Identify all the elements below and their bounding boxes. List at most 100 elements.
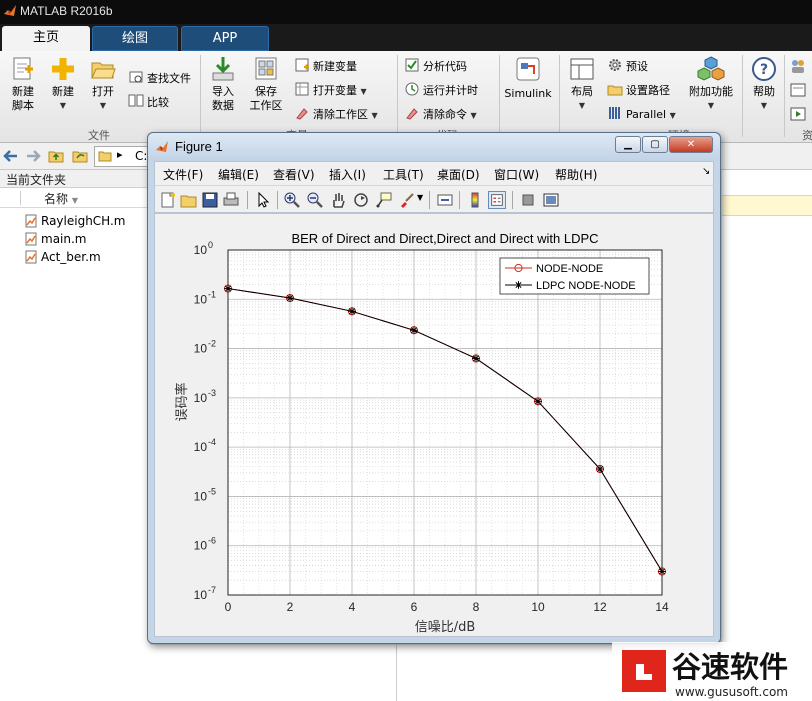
analyze-code-button[interactable]: 分析代码 xyxy=(404,57,467,75)
open-caret-icon: ▼ xyxy=(99,101,107,110)
preferences-label: 预设 xyxy=(626,60,648,73)
addons-cubes-icon xyxy=(697,56,725,81)
menu-help[interactable]: 帮助(H) xyxy=(555,166,597,183)
open-variable-button[interactable]: 打开变量 ▼ xyxy=(294,81,367,99)
tab-apps[interactable]: APP xyxy=(181,26,269,51)
new-script-button[interactable]: 新建 脚本 xyxy=(6,55,40,113)
m-file-icon xyxy=(25,232,37,246)
layout-button[interactable]: 布局 ▼ xyxy=(565,55,599,113)
compare-button[interactable]: 比较 xyxy=(128,93,169,111)
close-button[interactable]: ✕ xyxy=(669,136,713,153)
save-icon[interactable] xyxy=(201,191,219,209)
rotate-icon[interactable] xyxy=(352,191,370,209)
figure-toolbar: ▼ xyxy=(154,185,714,213)
y-tick-label: 10 xyxy=(194,391,208,405)
open-button[interactable]: 打开 ▼ xyxy=(86,55,120,113)
y-tick-exponent: 0 xyxy=(208,240,213,250)
set-path-icon xyxy=(607,85,623,96)
simulink-button[interactable]: Simulink xyxy=(503,55,553,101)
community-icon[interactable] xyxy=(789,57,807,75)
m-file-icon xyxy=(25,250,37,264)
column-name-label: 名称 xyxy=(44,192,69,206)
minimize-button[interactable]: ▁ xyxy=(615,136,641,153)
ribbon-tab-row: 主页 绘图 APP xyxy=(0,24,812,51)
forward-arrow-icon[interactable] xyxy=(25,148,41,164)
figure-titlebar[interactable]: Figure 1 ▁ ▢ ✕ xyxy=(148,133,720,161)
clear-commands-caret-icon[interactable]: ▼ xyxy=(471,111,477,120)
request-support-icon[interactable] xyxy=(789,81,807,99)
menu-overflow-icon[interactable]: ↘ xyxy=(702,166,710,177)
menu-view[interactable]: 查看(V) xyxy=(273,166,315,183)
figure-canvas: 0 2 4 6 8 10 12 14 10 0 10 -1 10 -2 10 -3 10 -4 10 -5 10 -6 10… xyxy=(154,213,714,637)
new-figure-icon[interactable] xyxy=(159,191,177,209)
maximize-button[interactable]: ▢ xyxy=(642,136,668,153)
find-files-button[interactable]: 查找文件 xyxy=(128,69,191,87)
app-titlebar: MATLAB R2016b xyxy=(0,0,812,24)
menu-desktop[interactable]: 桌面(D) xyxy=(437,166,480,183)
back-arrow-icon[interactable] xyxy=(3,148,19,164)
compare-label: 比较 xyxy=(147,96,169,109)
pan-icon[interactable] xyxy=(329,191,347,209)
toolbar-separator xyxy=(429,191,430,209)
clear-workspace-icon xyxy=(296,108,308,120)
figure-title: Figure 1 xyxy=(175,139,223,154)
menu-insert[interactable]: 插入(I) xyxy=(329,166,366,183)
print-icon[interactable] xyxy=(222,191,240,209)
zoom-out-icon[interactable] xyxy=(306,191,324,209)
parallel-button[interactable]: Parallel ▼ xyxy=(607,105,676,123)
help-button[interactable]: ? 帮助 ▼ xyxy=(748,55,780,113)
clear-workspace-button[interactable]: 清除工作区 ▼ xyxy=(294,105,378,123)
file-name: main.m xyxy=(41,232,87,246)
y-tick-exponent: -2 xyxy=(208,339,216,349)
clear-workspace-caret-icon[interactable]: ▼ xyxy=(372,111,378,120)
save-workspace-button[interactable]: 保存 工作区 xyxy=(246,55,286,113)
path-field[interactable]: ▸ C: xyxy=(94,146,150,167)
link-icon[interactable] xyxy=(436,191,454,209)
show-plot-tools-icon[interactable] xyxy=(542,191,560,209)
addons-button[interactable]: 附加功能 ▼ xyxy=(686,55,736,113)
menu-edit[interactable]: 编辑(E) xyxy=(218,166,259,183)
new-button[interactable]: 新建 ▼ xyxy=(46,55,80,113)
file-item[interactable]: RayleighCH.m xyxy=(0,212,150,230)
data-cursor-icon[interactable] xyxy=(375,191,393,209)
hide-plot-tools-icon[interactable] xyxy=(519,191,537,209)
import-data-button[interactable]: 导入 数据 xyxy=(206,55,240,113)
menu-file[interactable]: 文件(F) xyxy=(163,166,203,183)
file-item[interactable]: Act_ber.m xyxy=(0,248,150,266)
menu-tools[interactable]: 工具(T) xyxy=(383,166,424,183)
ber-plot: 0 2 4 6 8 10 12 1410 010 -110 -210 -310 -410 -510 -610… xyxy=(174,231,669,635)
set-path-button[interactable]: 设置路径 xyxy=(607,81,670,99)
menu-window[interactable]: 窗口(W) xyxy=(494,166,539,183)
colorbar-icon[interactable] xyxy=(466,191,484,209)
legend-icon[interactable] xyxy=(488,191,506,209)
new-variable-button[interactable]: 新建变量 xyxy=(294,57,357,75)
close-icon: ✕ xyxy=(686,139,696,150)
preferences-button[interactable]: 预设 xyxy=(607,57,648,75)
layout-label: 布局 xyxy=(571,85,593,98)
tab-plots[interactable]: 绘图 xyxy=(92,26,178,51)
y-tick-label: 10 xyxy=(194,342,208,356)
file-name: RayleighCH.m xyxy=(41,214,126,228)
file-item[interactable]: main.m xyxy=(0,230,150,248)
new-plus-icon xyxy=(52,58,74,80)
star-marker xyxy=(658,567,666,576)
clear-commands-button[interactable]: 清除命令 ▼ xyxy=(404,105,477,123)
open-variable-caret-icon[interactable]: ▼ xyxy=(361,87,367,96)
brush-icon[interactable] xyxy=(398,191,416,209)
pointer-icon[interactable] xyxy=(254,191,272,209)
command-window-info-bar xyxy=(722,195,812,216)
learn-matlab-icon[interactable] xyxy=(789,105,807,123)
up-folder-icon[interactable] xyxy=(48,148,64,164)
x-axis-label: 信噪比/dB xyxy=(415,620,476,635)
figure-window: Figure 1 ▁ ▢ ✕ 文件(F) 编辑(E) 查看(V) 插入(I) 工… xyxy=(147,132,721,644)
zoom-in-icon[interactable] xyxy=(283,191,301,209)
column-header-name[interactable]: 名称 ▼ xyxy=(0,188,150,208)
open-file-icon[interactable] xyxy=(180,191,198,209)
parallel-caret-icon[interactable]: ▼ xyxy=(670,111,676,120)
x-tick-label: 0 xyxy=(225,600,232,614)
tab-home[interactable]: 主页 xyxy=(2,26,90,51)
browse-folder-icon[interactable] xyxy=(72,148,88,164)
new-script-icon xyxy=(13,57,33,80)
run-and-time-button[interactable]: 运行并计时 xyxy=(404,81,478,99)
brush-dropdown-icon[interactable]: ▼ xyxy=(417,193,423,202)
